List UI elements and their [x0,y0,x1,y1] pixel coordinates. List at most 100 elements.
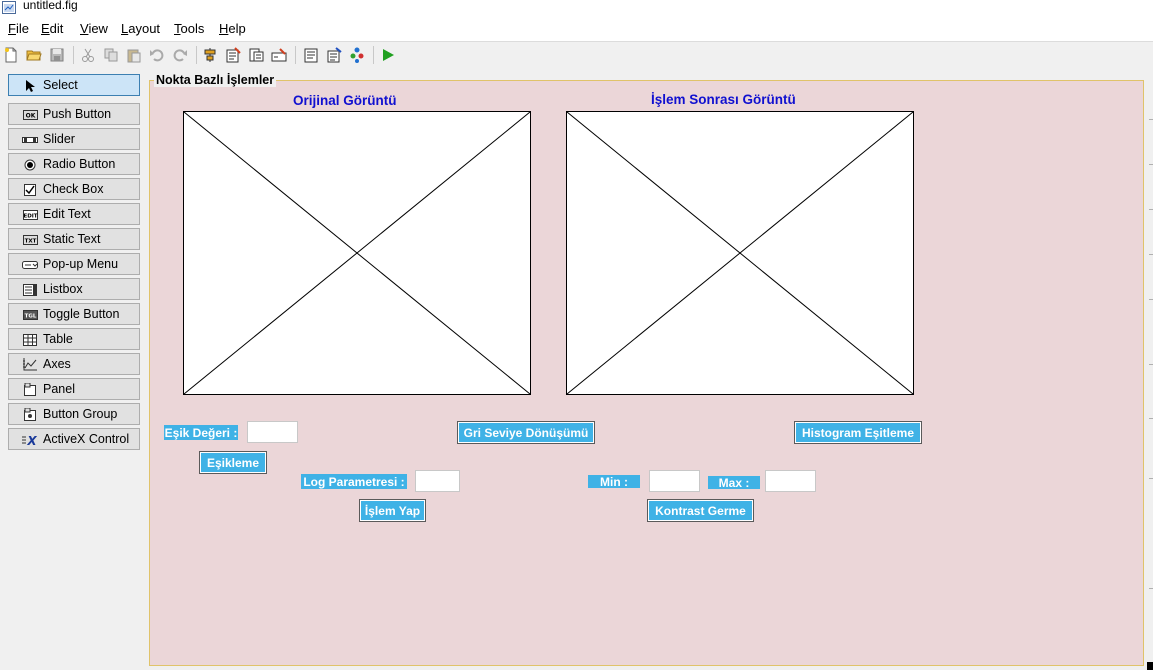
open-folder-icon[interactable] [24,45,44,65]
menu-help[interactable]: Help [219,21,246,36]
esikleme-button[interactable]: Eşikleme [199,451,267,474]
histogram-esitleme-button[interactable]: Histogram Eşitleme [794,421,922,444]
palette-select[interactable]: Select [8,74,140,96]
arrow-pointer-icon [22,79,38,92]
palette-button-group[interactable]: Button Group [8,403,140,425]
svg-text:EDIT: EDIT [23,213,37,219]
run-icon[interactable] [378,45,398,65]
toolbar-editor-icon[interactable] [269,45,289,65]
radio-button-icon [22,158,38,171]
palette-slider[interactable]: Slider [8,128,140,150]
grid-tick [1149,588,1153,589]
max-input[interactable] [765,470,816,492]
tab-order-icon[interactable] [246,45,266,65]
menu-view[interactable]: View [80,21,108,36]
palette-label: Edit Text [43,207,91,221]
menu-bar: File Edit View Layout Tools Help [0,16,1153,41]
palette-static-text[interactable]: TXT Static Text [8,228,140,250]
undo-icon[interactable] [147,45,167,65]
log-input[interactable] [415,470,460,492]
panel-icon [22,383,38,396]
axes-right-title: İşlem Sonrası Görüntü [651,92,796,107]
svg-text:TXT: TXT [24,238,36,244]
paste-icon[interactable] [124,45,144,65]
palette-label: Slider [43,132,75,146]
palette-label: Table [43,332,73,346]
axes-original[interactable] [183,111,531,395]
esik-label: Eşik Değeri : [164,425,238,440]
palette-edit-text[interactable]: EDIT Edit Text [8,203,140,225]
palette-label: Push Button [43,107,112,121]
figure-file-icon [2,1,16,14]
title-bar: untitled.fig [0,0,1153,16]
palette-label: Select [43,78,78,92]
palette-activex-control[interactable]: X ActiveX Control [8,428,140,450]
grid-tick [1149,299,1153,300]
popup-menu-icon [22,258,38,271]
svg-text:TGL: TGL [24,313,36,319]
activex-icon: X [22,433,38,446]
new-file-icon[interactable] [1,45,21,65]
palette-label: Axes [43,357,71,371]
grid-tick [1149,164,1153,165]
palette-listbox[interactable]: Listbox [8,278,140,300]
component-palette: Select OK Push Button Slider Radio Butto… [0,68,148,670]
palette-radio-button[interactable]: Radio Button [8,153,140,175]
min-input[interactable] [649,470,700,492]
align-icon[interactable] [200,45,220,65]
listbox-icon [22,283,38,296]
grid-tick [1149,478,1153,479]
toolbar [0,41,1153,69]
islem-yap-button[interactable]: İşlem Yap [359,499,426,522]
axes-placeholder-cross [567,112,913,394]
toolbar-separator [373,46,374,64]
min-label: Min : [588,475,640,489]
gri-seviye-button[interactable]: Gri Seviye Dönüşümü [457,421,595,444]
window-title: untitled.fig [23,0,78,12]
static-text-icon: TXT [22,233,38,246]
palette-toggle-button[interactable]: TGL Toggle Button [8,303,140,325]
palette-label: Button Group [43,407,118,421]
grid-tick [1149,119,1153,120]
palette-panel[interactable]: Panel [8,378,140,400]
push-button-icon: OK [22,108,38,121]
copy-icon[interactable] [101,45,121,65]
panel-title: Nokta Bazlı İşlemler [154,73,277,87]
palette-label: Toggle Button [43,307,120,321]
svg-text:OK: OK [25,112,35,119]
editor-icon[interactable] [301,45,321,65]
axes-placeholder-cross [184,112,530,394]
palette-popup-menu[interactable]: Pop-up Menu [8,253,140,275]
max-label: Max : [708,476,760,490]
palette-table[interactable]: Table [8,328,140,350]
toolbar-separator [295,46,296,64]
kontrast-germe-button[interactable]: Kontrast Germe [647,499,754,522]
canvas-resize-handle[interactable] [1147,662,1153,670]
log-label: Log Parametresi : [301,474,407,489]
property-inspector-icon[interactable] [324,45,344,65]
cut-icon[interactable] [78,45,98,65]
menu-tools[interactable]: Tools [174,21,204,36]
menu-layout[interactable]: Layout [121,21,160,36]
palette-label: Panel [43,382,75,396]
palette-label: ActiveX Control [43,432,130,446]
palette-push-button[interactable]: OK Push Button [8,103,140,125]
toggle-button-icon: TGL [22,308,38,321]
menu-editor-icon[interactable] [223,45,243,65]
grid-tick [1149,254,1153,255]
palette-axes[interactable]: Axes [8,353,140,375]
grid-tick [1149,418,1153,419]
checkbox-icon [22,183,38,196]
palette-check-box[interactable]: Check Box [8,178,140,200]
palette-label: Pop-up Menu [43,257,119,271]
menu-file[interactable]: File [8,21,29,36]
object-browser-icon[interactable] [347,45,367,65]
axes-processed[interactable] [566,111,914,395]
save-icon[interactable] [47,45,67,65]
esik-input[interactable] [247,421,298,443]
menu-edit[interactable]: Edit [41,21,63,36]
redo-icon[interactable] [170,45,190,65]
palette-label: Radio Button [43,157,116,171]
palette-label: Static Text [43,232,101,246]
palette-label: Listbox [43,282,83,296]
